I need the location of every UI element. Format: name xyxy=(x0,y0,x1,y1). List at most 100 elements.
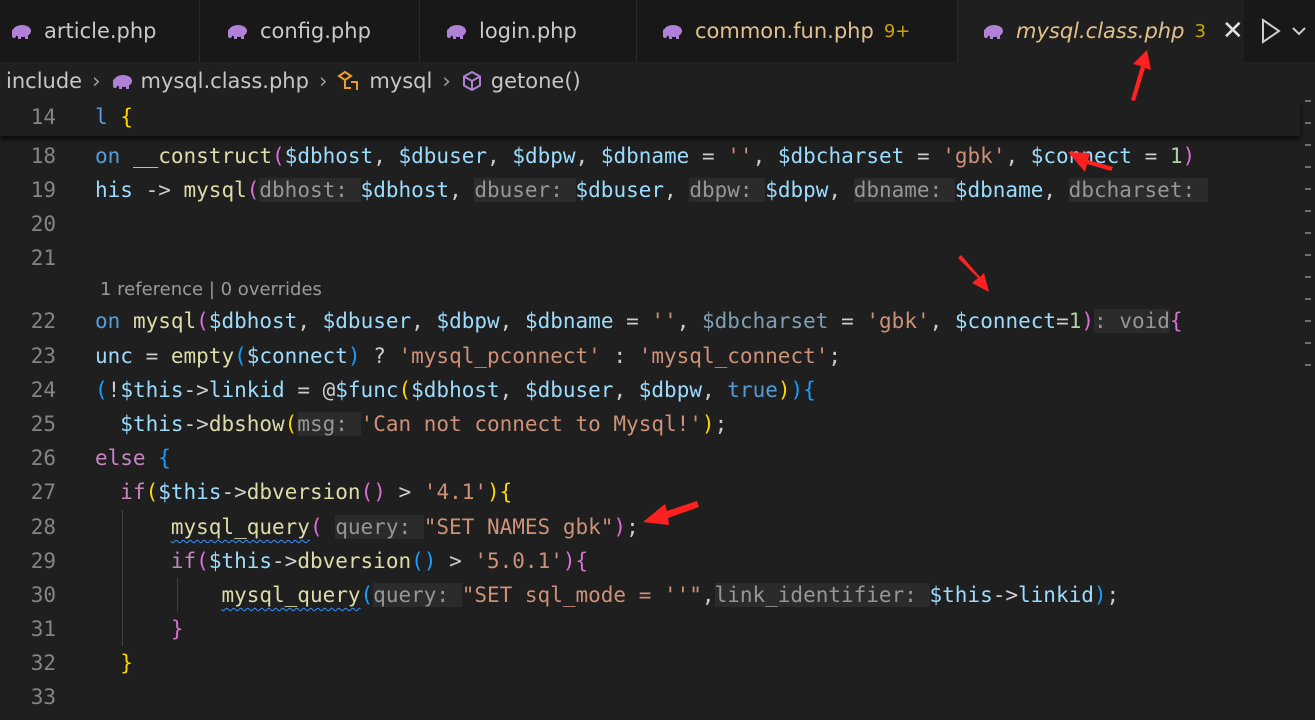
code-text: unc = empty($connect) ? 'mysql_pconnect'… xyxy=(95,344,842,368)
breadcrumb-folder[interactable]: include xyxy=(6,69,82,93)
scrollbar-marker xyxy=(1305,320,1311,322)
code-line: 28 mysql_query( query: "SET NAMES gbk"); xyxy=(0,510,1300,544)
line-number: 33 xyxy=(30,685,56,709)
code-text: $this->dbshow(msg: 'Can not connect to M… xyxy=(120,412,728,436)
code-line: 32 } xyxy=(0,646,1300,680)
scrollbar-marker xyxy=(1305,276,1311,278)
line-number: 30 xyxy=(30,583,56,607)
editor-tab-bar: article.php config.php login.php common.… xyxy=(0,0,1315,62)
php-elephant-icon xyxy=(663,25,682,39)
scrollbar-marker xyxy=(1305,188,1311,190)
tab-article-php[interactable]: article.php xyxy=(0,0,200,62)
scrollbar-marker xyxy=(1305,122,1311,124)
method-cube-icon xyxy=(462,70,481,92)
line-number: 31 xyxy=(30,617,56,641)
run-controls xyxy=(1244,0,1315,62)
tab-label: common.fun.php xyxy=(695,19,874,43)
code-line: 18 on __construct($dbhost, $dbuser, $dbp… xyxy=(0,139,1300,173)
code-line: 24 (!$this->linkid = @$func($dbhost, $db… xyxy=(0,373,1300,407)
line-number: 27 xyxy=(30,480,56,504)
tab-label: article.php xyxy=(44,19,157,43)
line-number: 14 xyxy=(30,105,56,129)
code-line: 30 mysql_query(query: "SET sql_mode = ''… xyxy=(0,578,1300,612)
tab-label: config.php xyxy=(260,19,371,43)
php-elephant-icon xyxy=(984,25,1003,39)
code-text: if($this->dbversion() > '5.0.1'){ xyxy=(170,549,589,573)
vertical-scrollbar[interactable] xyxy=(1301,100,1315,720)
run-icon[interactable] xyxy=(1260,18,1282,44)
code-line: 23 unc = empty($connect) ? 'mysql_pconne… xyxy=(0,339,1300,373)
code-text: l { xyxy=(95,105,133,129)
line-number: 23 xyxy=(30,344,56,368)
code-line: 33 xyxy=(0,680,1300,714)
code-line: 21 xyxy=(0,241,1300,275)
line-number: 32 xyxy=(30,651,56,675)
scrollbar-marker xyxy=(1305,254,1311,256)
scrollbar-marker xyxy=(1305,210,1311,212)
line-number: 21 xyxy=(30,246,56,270)
code-line: 31 } xyxy=(0,612,1300,646)
indent-guide xyxy=(122,510,123,646)
chevron-down-icon[interactable] xyxy=(1292,26,1306,36)
problem-count-badge: 9+ xyxy=(883,20,911,42)
line-number: 18 xyxy=(30,144,56,168)
line-number: 24 xyxy=(30,378,56,402)
line-number: 29 xyxy=(30,549,56,573)
indent-guide xyxy=(177,578,178,612)
code-text: } xyxy=(120,651,133,675)
line-number: 28 xyxy=(30,515,56,539)
scrollbar-marker xyxy=(1305,342,1311,344)
line-number: 19 xyxy=(30,178,56,202)
class-icon xyxy=(337,70,359,90)
tab-config-php[interactable]: config.php xyxy=(200,0,420,62)
code-line: 19 his -> mysql(dbhost: $dbhost, dbuser:… xyxy=(0,173,1300,207)
code-text: if($this->dbversion() > '4.1'){ xyxy=(120,480,513,504)
code-text: mysql_query(query: "SET sql_mode = ''",l… xyxy=(221,583,1120,607)
code-line: 14 l { xyxy=(0,100,1300,134)
scrollbar-marker xyxy=(1305,144,1311,146)
php-elephant-icon xyxy=(12,25,31,39)
chevron-right-icon: › xyxy=(442,69,451,93)
scrollbar-marker xyxy=(1305,166,1311,168)
php-elephant-icon xyxy=(228,25,247,39)
code-line: 26 else { xyxy=(0,441,1300,475)
breadcrumb-class[interactable]: mysql xyxy=(369,69,432,93)
code-text: mysql_query( query: "SET NAMES gbk"); xyxy=(170,515,639,539)
line-number: 22 xyxy=(30,309,56,333)
code-line: 27 if($this->dbversion() > '4.1'){ xyxy=(0,475,1300,509)
code-text: on mysql($dbhost, $dbuser, $dbpw, $dbnam… xyxy=(95,309,1183,333)
breadcrumb-file[interactable]: mysql.class.php xyxy=(141,69,309,93)
tab-mysql-class-php[interactable]: mysql.class.php 3 ✕ xyxy=(958,0,1244,62)
line-number: 20 xyxy=(30,212,56,236)
breadcrumb: include › mysql.class.php › mysql › geto… xyxy=(0,62,1315,100)
code-line: 22 on mysql($dbhost, $dbuser, $dbpw, $db… xyxy=(0,304,1300,338)
code-text: (!$this->linkid = @$func($dbhost, $dbuse… xyxy=(95,378,816,402)
tab-common-fun-php[interactable]: common.fun.php 9+ xyxy=(637,0,958,62)
scrollbar-marker xyxy=(1305,298,1311,300)
line-number: 25 xyxy=(30,412,56,436)
code-text: his -> mysql(dbhost: $dbhost, dbuser: $d… xyxy=(95,178,1208,202)
problem-count-badge: 3 xyxy=(1194,20,1206,42)
php-elephant-icon xyxy=(112,75,132,89)
code-editor[interactable]: 14 l { 18 on __construct($dbhost, $dbuse… xyxy=(0,100,1315,720)
code-text: else { xyxy=(95,446,171,470)
tab-label: mysql.class.php xyxy=(1016,19,1185,43)
chevron-right-icon: › xyxy=(318,69,328,93)
line-number: 26 xyxy=(30,446,56,470)
close-icon[interactable]: ✕ xyxy=(1222,16,1244,46)
chevron-right-icon: › xyxy=(92,69,101,93)
code-line: 20 xyxy=(0,207,1300,241)
php-elephant-icon xyxy=(447,25,466,39)
tab-login-php[interactable]: login.php xyxy=(420,0,637,62)
breadcrumb-method[interactable]: getone() xyxy=(491,69,581,93)
scrollbar-marker xyxy=(1305,364,1311,366)
code-text: on __construct($dbhost, $dbuser, $dbpw, … xyxy=(95,144,1196,168)
code-text: } xyxy=(170,617,184,641)
code-line: 25 $this->dbshow(msg: 'Can not connect t… xyxy=(0,407,1300,441)
sticky-scroll-header[interactable]: 14 l { xyxy=(0,100,1300,136)
codelens-references[interactable]: 1 reference | 0 overrides xyxy=(100,279,322,300)
code-line: 29 if($this->dbversion() > '5.0.1'){ xyxy=(0,544,1300,578)
scrollbar-marker xyxy=(1305,100,1311,102)
tab-label: login.php xyxy=(479,19,577,43)
scrollbar-marker xyxy=(1305,232,1311,234)
